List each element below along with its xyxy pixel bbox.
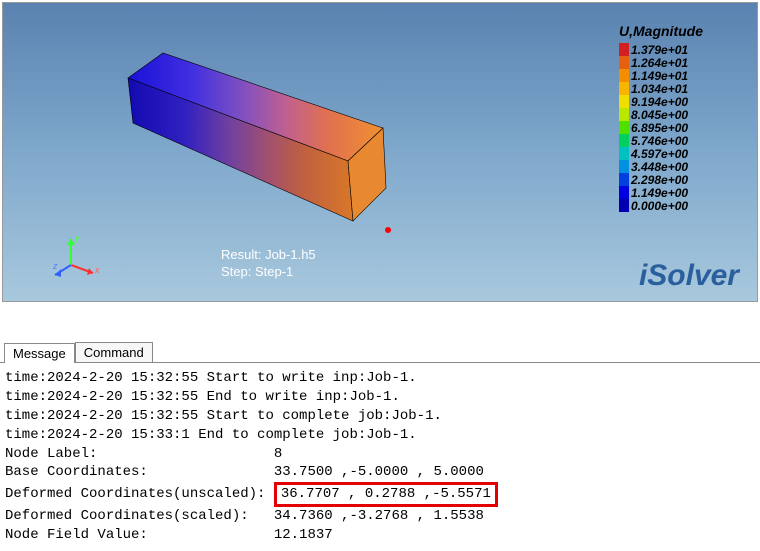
message-panel[interactable]: time:2024-2-20 15:32:55 Start to write i…: [0, 362, 760, 551]
svg-text:x: x: [94, 265, 100, 275]
tab-message[interactable]: Message: [4, 343, 75, 363]
legend-swatch: [619, 43, 629, 56]
legend-entry: 1.149e+01: [619, 69, 739, 82]
log-line: Base Coordinates: 33.7500 ,-5.0000 , 5.0…: [5, 463, 755, 482]
legend-entry: 1.149e+00: [619, 186, 739, 199]
color-legend: U,Magnitude 1.379e+011.264e+011.149e+011…: [619, 23, 739, 212]
result-file-label: Result: Job-1.h5: [221, 246, 316, 264]
axis-triad: x y z: [51, 233, 101, 283]
legend-value: 0.000e+00: [631, 199, 688, 213]
legend-value: 4.597e+00: [631, 147, 688, 161]
svg-text:y: y: [74, 233, 80, 243]
selected-node-marker: [385, 227, 391, 233]
legend-value: 1.379e+01: [631, 43, 688, 57]
legend-swatch: [619, 160, 629, 173]
deformed-unscaled-highlight: 36.7707 , 0.2788 ,-5.5571: [274, 482, 498, 507]
legend-entry: 9.194e+00: [619, 95, 739, 108]
log-line: Node Label: 8: [5, 445, 755, 464]
legend-swatch: [619, 134, 629, 147]
tab-command[interactable]: Command: [75, 342, 153, 362]
legend-title: U,Magnitude: [619, 23, 739, 39]
log-line: Deformed Coordinates(scaled): 34.7360 ,-…: [5, 507, 755, 526]
legend-entry: 4.597e+00: [619, 147, 739, 160]
legend-entry: 0.000e+00: [619, 199, 739, 212]
legend-entry: 1.034e+01: [619, 82, 739, 95]
base-coords-value: 33.7500 ,-5.0000 , 5.0000: [274, 464, 484, 480]
legend-entry: 1.379e+01: [619, 43, 739, 56]
legend-value: 1.149e+01: [631, 69, 688, 83]
legend-swatch: [619, 56, 629, 69]
legend-swatch: [619, 173, 629, 186]
legend-value: 1.264e+01: [631, 56, 688, 70]
legend-swatch: [619, 108, 629, 121]
legend-entry: 6.895e+00: [619, 121, 739, 134]
legend-swatch: [619, 69, 629, 82]
legend-value: 5.746e+00: [631, 134, 688, 148]
legend-swatch: [619, 147, 629, 160]
legend-value: 2.298e+00: [631, 173, 688, 187]
viewport-3d[interactable]: U,Magnitude 1.379e+011.264e+011.149e+011…: [2, 2, 758, 302]
legend-swatch: [619, 82, 629, 95]
log-line: time:2024-2-20 15:32:55 Start to write i…: [5, 369, 755, 388]
deformed-scaled-value: 34.7360 ,-3.2768 , 1.5538: [274, 508, 484, 524]
legend-swatch: [619, 199, 629, 212]
legend-value: 6.895e+00: [631, 121, 688, 135]
svg-text:z: z: [52, 261, 58, 271]
result-step-label: Step: Step-1: [221, 263, 316, 281]
log-line: Node Field Value: 12.1837: [5, 526, 755, 545]
legend-swatch: [619, 186, 629, 199]
legend-swatch: [619, 121, 629, 134]
lower-panel-tabs: MessageCommand: [0, 342, 760, 362]
log-line: time:2024-2-20 15:32:55 Start to complet…: [5, 407, 755, 426]
isolver-logo: iSolver: [639, 259, 739, 293]
node-field-value: 12.1837: [274, 527, 333, 543]
result-info-text: Result: Job-1.h5 Step: Step-1: [221, 246, 316, 281]
legend-swatch: [619, 95, 629, 108]
log-line: Deformed Coordinates(unscaled): 36.7707 …: [5, 482, 755, 507]
deformed-beam-model: [118, 43, 418, 243]
legend-entry: 8.045e+00: [619, 108, 739, 121]
legend-entry: 3.448e+00: [619, 160, 739, 173]
legend-value: 1.034e+01: [631, 82, 688, 96]
legend-value: 9.194e+00: [631, 95, 688, 109]
legend-entry: 5.746e+00: [619, 134, 739, 147]
legend-value: 8.045e+00: [631, 108, 688, 122]
log-line: time:2024-2-20 15:33:1 End to complete j…: [5, 426, 755, 445]
legend-entry: 2.298e+00: [619, 173, 739, 186]
legend-entry: 1.264e+01: [619, 56, 739, 69]
legend-value: 1.149e+00: [631, 186, 688, 200]
log-line: time:2024-2-20 15:32:55 End to write inp…: [5, 388, 755, 407]
legend-value: 3.448e+00: [631, 160, 688, 174]
node-label-value: 8: [274, 446, 282, 462]
